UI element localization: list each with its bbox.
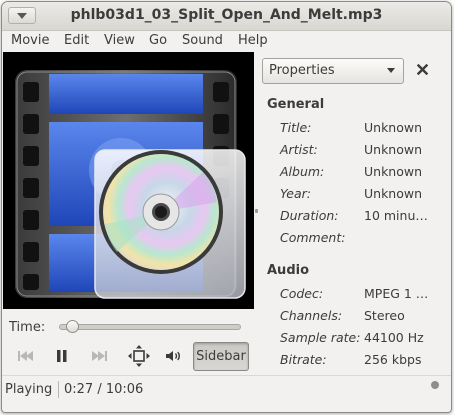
menu-edit[interactable]: Edit xyxy=(64,33,89,48)
prop-value: Unknown xyxy=(364,142,423,157)
pause-button[interactable] xyxy=(49,344,75,368)
player-window: phlb03d1_03_Split_Open_And_Melt.mp3 Movi… xyxy=(1,1,452,413)
prop-value: MPEG 1 … xyxy=(364,286,429,301)
status-bar: Playing 0:27 / 10:06 xyxy=(2,375,451,402)
prop-label: Bitrate: xyxy=(280,352,327,367)
prop-value: Unknown xyxy=(364,120,423,135)
skip-forward-button[interactable] xyxy=(87,344,113,368)
seek-bar[interactable] xyxy=(59,324,241,330)
general-section-title: General xyxy=(267,97,325,112)
prop-label: Sample rate: xyxy=(280,330,361,345)
playback-state: Playing xyxy=(5,382,53,397)
menu-bar: Movie Edit View Go Sound Help xyxy=(2,31,451,52)
status-separator xyxy=(58,381,59,398)
sidebar-selector[interactable]: Properties xyxy=(262,58,404,84)
window-title: phlb03d1_03_Split_Open_And_Melt.mp3 xyxy=(70,7,383,23)
volume-button[interactable] xyxy=(161,344,187,368)
skip-back-icon xyxy=(18,351,33,361)
audio-section-title: Audio xyxy=(267,263,310,278)
prop-value: Unknown xyxy=(364,164,423,179)
prop-label: Year: xyxy=(280,186,311,201)
pane-handle-grip-icon xyxy=(255,209,258,213)
skip-back-button[interactable] xyxy=(12,344,38,368)
fullscreen-icon xyxy=(128,345,150,367)
menu-movie[interactable]: Movie xyxy=(11,33,49,48)
prop-label: Artist: xyxy=(280,142,318,157)
video-area[interactable] xyxy=(3,52,254,309)
resize-grip-icon[interactable] xyxy=(431,381,439,389)
audio-disc-logo-icon xyxy=(15,70,246,299)
sidebar-selector-label: Properties xyxy=(269,63,335,78)
menu-view[interactable]: View xyxy=(104,33,135,48)
prop-label: Comment: xyxy=(280,230,346,245)
playback-time: 0:27 / 10:06 xyxy=(64,382,144,397)
dropdown-arrow-icon xyxy=(387,68,395,73)
prop-value: Unknown xyxy=(364,186,423,201)
menu-help[interactable]: Help xyxy=(238,33,268,48)
menu-sound[interactable]: Sound xyxy=(182,33,223,48)
prop-value: 256 kbps xyxy=(364,352,422,367)
prop-value: 10 minu… xyxy=(364,208,428,223)
fullscreen-button[interactable] xyxy=(126,344,152,368)
close-sidebar-icon[interactable] xyxy=(417,64,428,75)
sidebar-toggle-button[interactable]: Sidebar xyxy=(193,342,249,371)
seek-handle[interactable] xyxy=(66,320,80,333)
volume-icon xyxy=(166,351,180,361)
prop-value: 44100 Hz xyxy=(364,330,424,345)
prop-label: Channels: xyxy=(280,308,343,323)
pause-icon xyxy=(57,350,67,362)
prop-label: Album: xyxy=(280,164,325,179)
prop-value: Stereo xyxy=(364,308,405,323)
menu-go[interactable]: Go xyxy=(149,33,167,48)
prop-label: Title: xyxy=(280,120,312,135)
prop-label: Duration: xyxy=(280,208,339,223)
time-label: Time: xyxy=(9,320,46,335)
title-bar[interactable]: phlb03d1_03_Split_Open_And_Melt.mp3 xyxy=(2,2,451,31)
prop-label: Codec: xyxy=(280,286,324,301)
skip-forward-icon xyxy=(92,351,107,361)
sidebar: Properties General Title: Unknown Artist… xyxy=(259,52,449,372)
